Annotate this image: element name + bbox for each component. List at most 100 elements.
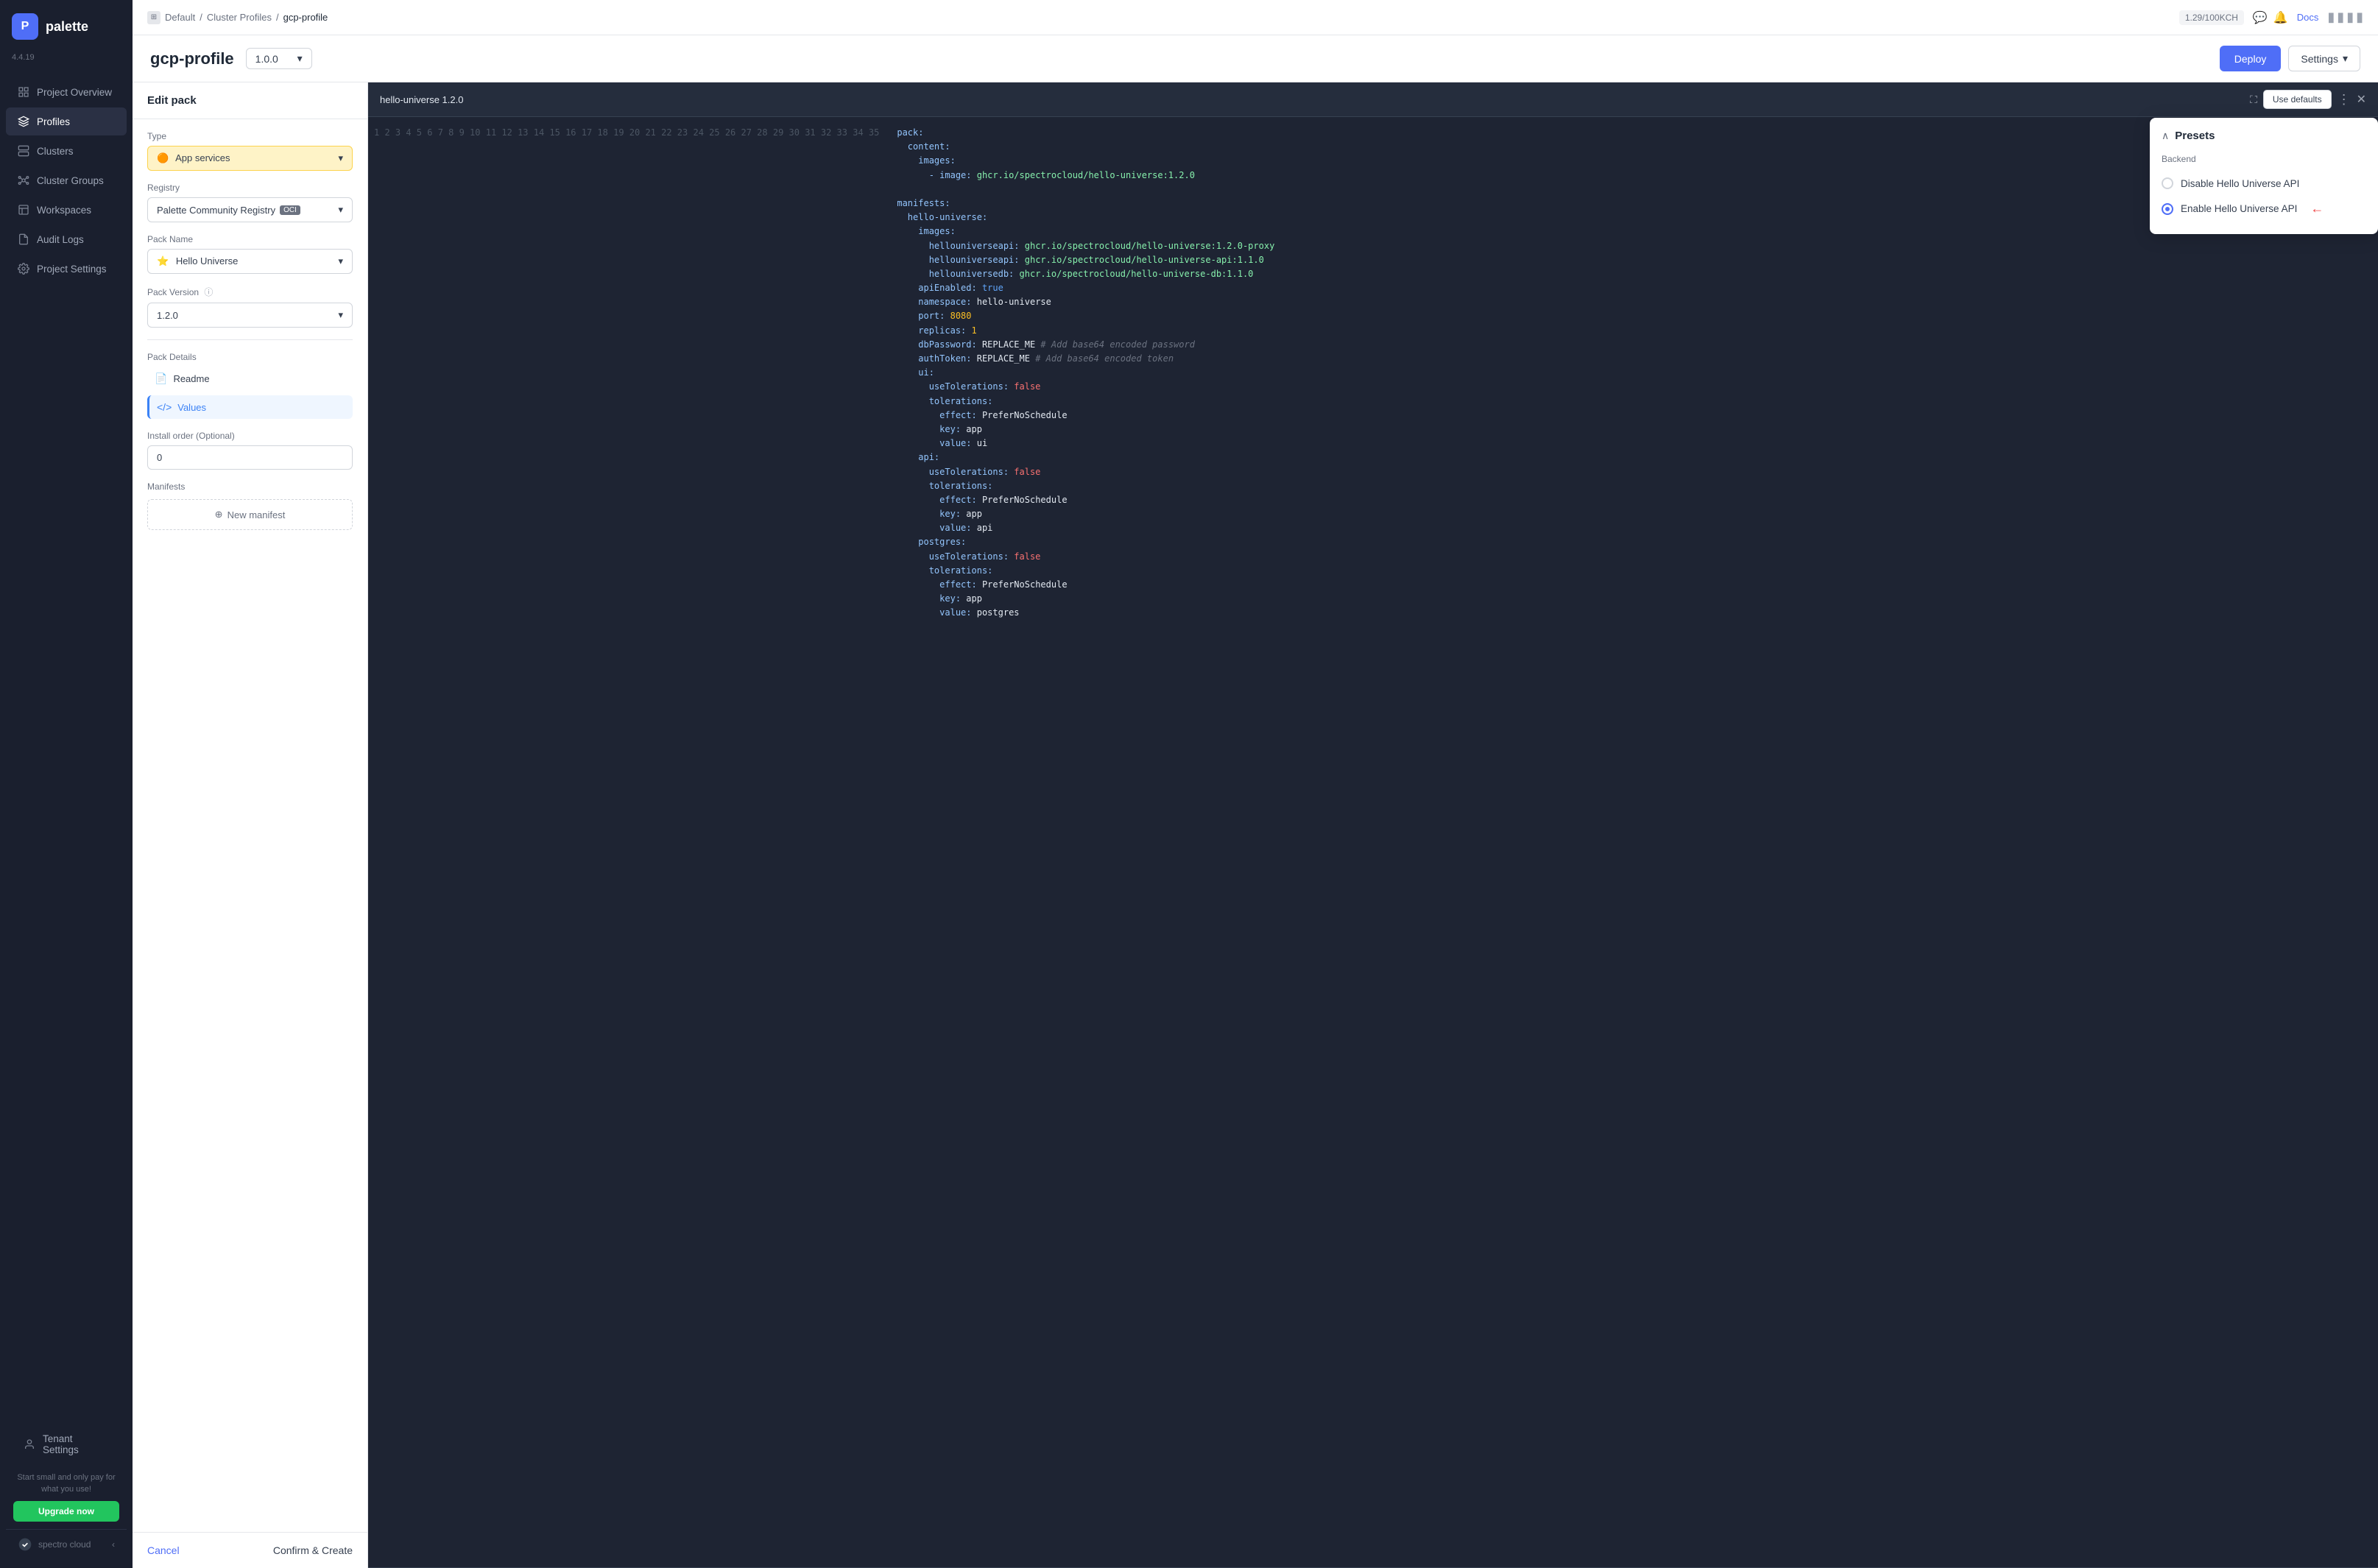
confirm-create-button[interactable]: Confirm & Create	[273, 1544, 353, 1556]
sidebar-item-label: Workspaces	[37, 205, 91, 216]
left-panel-header: Edit pack	[133, 82, 367, 119]
registry-badge: OCI	[280, 205, 300, 215]
collapse-icon[interactable]: ‹	[112, 1539, 115, 1550]
values-item[interactable]: </> Values	[147, 395, 353, 419]
presets-chevron-icon[interactable]: ∧	[2162, 130, 2169, 142]
sidebar-item-clusters[interactable]: Clusters	[6, 137, 127, 165]
registry-select[interactable]: Palette Community Registry OCI ▾	[147, 197, 353, 222]
readme-label: Readme	[173, 373, 209, 384]
version-dropdown[interactable]: 1.0.0 ▾	[246, 48, 312, 69]
sidebar-item-label: Profiles	[37, 116, 70, 127]
upgrade-button[interactable]: Upgrade now	[13, 1501, 119, 1522]
presets-section-label: Backend	[2162, 154, 2366, 164]
sidebar-item-label: Project Overview	[37, 87, 112, 98]
cluster-profiles-link[interactable]: Cluster Profiles	[207, 12, 272, 23]
use-defaults-button[interactable]: Use defaults	[2263, 90, 2332, 109]
presets-title: Presets	[2175, 130, 2215, 142]
values-icon: </>	[157, 401, 172, 413]
chevron-down-icon: ▾	[338, 204, 343, 216]
registry-section: Registry Palette Community Registry OCI …	[133, 183, 367, 234]
logo-area: P palette	[0, 0, 133, 53]
info-icon: ⓘ	[204, 287, 213, 297]
type-select[interactable]: 🟠 App services ▾	[147, 146, 353, 171]
sidebar-nav: Project Overview Profiles Clusters Clust…	[0, 71, 133, 1415]
pack-version-select[interactable]: 1.2.0 ▾	[147, 303, 353, 328]
left-panel: Edit pack Type 🟠 App services ▾ Registry…	[133, 82, 368, 1568]
tenant-icon	[24, 1438, 35, 1450]
settings-label: Settings	[2301, 53, 2338, 65]
left-panel-footer: Cancel Confirm & Create	[133, 1532, 367, 1568]
readme-item[interactable]: 📄 Readme	[147, 367, 353, 391]
registry-value: Palette Community Registry	[157, 205, 275, 216]
content-area: Edit pack Type 🟠 App services ▾ Registry…	[133, 82, 2378, 1568]
current-profile: gcp-profile	[283, 12, 328, 23]
sidebar-item-project-settings[interactable]: Project Settings	[6, 255, 127, 283]
docs-link[interactable]: Docs	[2297, 12, 2319, 23]
pack-name-label: Pack Name	[147, 234, 353, 244]
breadcrumb-separator-2: /	[276, 12, 279, 23]
chevron-down-icon: ▾	[338, 255, 343, 267]
line-numbers: 1 2 3 4 5 6 7 8 9 10 11 12 13 14 15 16 1…	[368, 117, 885, 1567]
registry-label: Registry	[147, 183, 353, 193]
editor-actions: ⛶ Use defaults ⋮ ✕	[2250, 90, 2366, 109]
pack-name-icon: ⭐	[157, 255, 169, 266]
new-manifest-button[interactable]: ⊕ New manifest	[147, 499, 353, 530]
new-manifest-label: New manifest	[227, 509, 286, 520]
values-label: Values	[177, 402, 206, 413]
edit-pack-title: Edit pack	[147, 94, 353, 107]
settings-button[interactable]: Settings ▾	[2288, 46, 2360, 71]
sidebar-item-tenant-settings[interactable]: Tenant Settings	[12, 1425, 121, 1463]
spectro-icon	[18, 1537, 32, 1552]
preset-enable-label: Enable Hello Universe API	[2181, 203, 2297, 214]
pack-details-list: 📄 Readme </> Values	[147, 367, 353, 419]
main-content: ⊞ Default / Cluster Profiles / gcp-profi…	[133, 0, 2378, 1568]
sidebar-item-project-overview[interactable]: Project Overview	[6, 78, 127, 106]
pack-details-label: Pack Details	[147, 352, 353, 362]
editor-tab: hello-universe 1.2.0	[380, 94, 463, 105]
chevron-down-icon: ▾	[338, 152, 343, 164]
chat-icon[interactable]: 💬	[2253, 10, 2268, 25]
code-content[interactable]: pack: content: images: - image: ghcr.io/…	[885, 117, 2378, 1567]
close-editor-button[interactable]: ✕	[2357, 92, 2366, 107]
cluster-icon	[18, 174, 29, 186]
pack-name-select[interactable]: ⭐ Hello Universe ▾	[147, 249, 353, 274]
manifests-label: Manifests	[147, 481, 353, 492]
preset-disable-label: Disable Hello Universe API	[2181, 178, 2299, 189]
pack-version-section: Pack Version ⓘ 1.2.0 ▾	[133, 286, 367, 339]
radio-enable[interactable]	[2162, 203, 2173, 215]
sidebar-item-profiles[interactable]: Profiles	[6, 107, 127, 135]
preset-option-disable[interactable]: Disable Hello Universe API	[2162, 172, 2366, 195]
sidebar-bottom: Tenant Settings Start small and only pay…	[0, 1415, 133, 1568]
page-header: gcp-profile 1.0.0 ▾ Deploy Settings ▾	[133, 35, 2378, 82]
install-order-input[interactable]	[147, 445, 353, 470]
more-options-icon[interactable]: ⋮	[2338, 92, 2351, 107]
plus-circle-icon: ⊕	[215, 509, 223, 520]
editor-area: hello-universe 1.2.0 ⛶ Use defaults ⋮ ✕ …	[368, 82, 2378, 1568]
arrow-indicator: ←	[2310, 201, 2324, 216]
pack-name-section: Pack Name ⭐ Hello Universe ▾	[133, 234, 367, 286]
topbar-right: 1.29/100KCH 💬 🔔 Docs ▮▮▮▮	[2179, 10, 2363, 25]
cancel-button[interactable]: Cancel	[147, 1544, 180, 1556]
sidebar-item-audit-logs[interactable]: Audit Logs	[6, 225, 127, 253]
deploy-button[interactable]: Deploy	[2220, 46, 2282, 71]
bell-icon[interactable]: 🔔	[2273, 10, 2288, 25]
preset-option-enable[interactable]: Enable Hello Universe API ←	[2162, 195, 2366, 222]
editor-header: hello-universe 1.2.0 ⛶ Use defaults ⋮ ✕	[368, 82, 2378, 117]
expand-icon[interactable]: ⛶	[2250, 93, 2257, 106]
editor-body: 1 2 3 4 5 6 7 8 9 10 11 12 13 14 15 16 1…	[368, 117, 2378, 1567]
sidebar-item-workspaces[interactable]: Workspaces	[6, 196, 127, 224]
type-icon: 🟠	[157, 152, 169, 163]
chevron-down-icon: ▾	[338, 309, 343, 321]
layers-icon	[18, 116, 29, 127]
radio-disable[interactable]	[2162, 177, 2173, 189]
sidebar-item-cluster-groups[interactable]: Cluster Groups	[6, 166, 127, 194]
toolbar-dots: ▮▮▮▮	[2327, 10, 2363, 25]
presets-header: ∧ Presets	[2162, 130, 2366, 142]
version-value: 1.0.0	[255, 53, 278, 65]
type-label: Type	[147, 131, 353, 141]
pack-details-section: Pack Details 📄 Readme </> Values	[133, 340, 367, 431]
file-icon	[18, 233, 29, 245]
topbar-icons: 💬 🔔	[2253, 10, 2288, 25]
grid-icon	[18, 86, 29, 98]
type-value: App services	[175, 152, 230, 163]
